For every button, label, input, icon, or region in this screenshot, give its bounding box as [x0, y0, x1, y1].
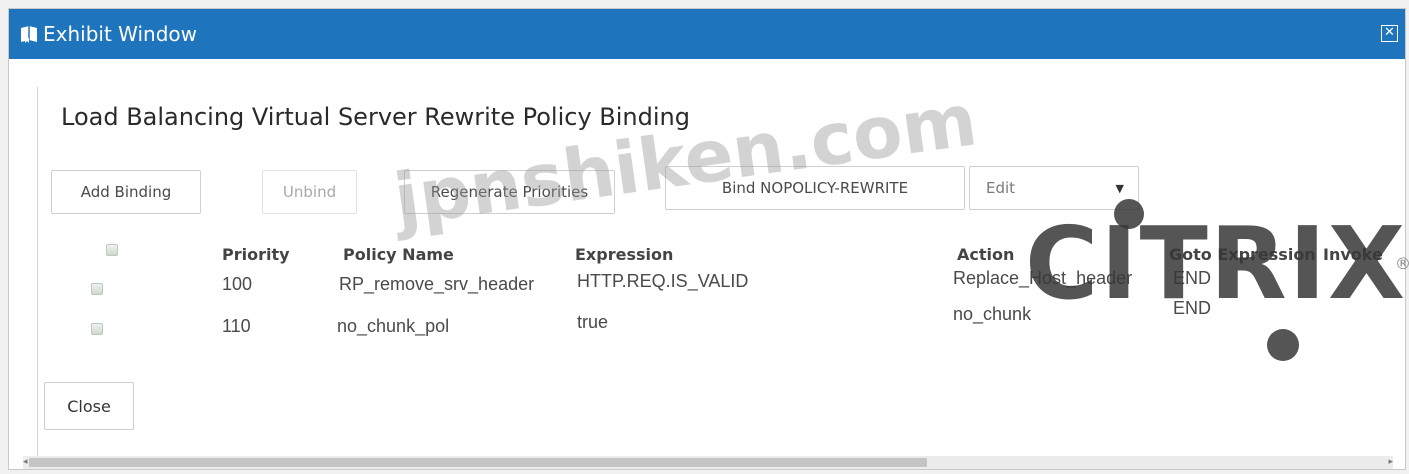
row-2-policy-name: no_chunk_pol	[337, 316, 450, 336]
row-1-checkbox[interactable]	[91, 283, 103, 295]
bind-nopolicy-rewrite-button[interactable]: Bind NOPOLICY-REWRITE	[665, 166, 965, 210]
citrix-logo-dot-upper	[1114, 199, 1144, 229]
chevron-down-icon: ▼	[1115, 181, 1124, 195]
column-header-priority[interactable]: Priority	[222, 245, 290, 264]
citrix-logo: CITRIX	[1025, 205, 1408, 322]
close-button[interactable]: Close	[44, 382, 134, 430]
column-header-policy-name[interactable]: Policy Name	[343, 245, 454, 264]
row-2-expression: true	[577, 312, 609, 332]
window-title: Exhibit Window	[43, 22, 198, 46]
horizontal-scrollbar[interactable]: ◂ ▸	[23, 456, 1393, 469]
row-1-action: Replace_Host_header	[953, 268, 1133, 288]
select-all-checkbox[interactable]	[106, 244, 118, 256]
row-2-checkbox[interactable]	[91, 323, 103, 335]
scrollbar-thumb[interactable]	[29, 458, 927, 467]
regenerate-priorities-button[interactable]: Regenerate Priorities	[404, 170, 615, 214]
column-header-action[interactable]: Action	[957, 245, 1014, 264]
row-2-goto: END	[1173, 298, 1212, 318]
row-1-priority: 100	[222, 274, 253, 294]
row-1-policy-name: RP_remove_srv_header	[339, 274, 535, 294]
unbind-button[interactable]: Unbind	[262, 170, 357, 214]
exhibit-window: Exhibit Window ✕ Load Balancing Virtual …	[8, 8, 1409, 470]
row-1-expression: HTTP.REQ.IS_VALID	[577, 271, 749, 291]
edit-select-label: Edit	[986, 179, 1016, 197]
row-1-goto: END	[1173, 268, 1212, 288]
row-2-priority: 110	[222, 316, 251, 336]
column-header-goto-expression[interactable]: Goto Expression	[1169, 245, 1316, 264]
content-left-border	[37, 87, 38, 459]
dialog-heading: Load Balancing Virtual Server Rewrite Po…	[61, 103, 690, 131]
column-header-expression[interactable]: Expression	[575, 245, 673, 264]
edit-select[interactable]: Edit ▼	[969, 166, 1139, 210]
exhibit-book-icon	[21, 26, 37, 43]
add-binding-button[interactable]: Add Binding	[51, 170, 201, 214]
window-close-icon[interactable]: ✕	[1381, 25, 1398, 42]
row-2-action: no_chunk	[953, 304, 1032, 324]
window-titlebar: Exhibit Window ✕	[9, 9, 1405, 59]
registered-mark: ®	[1395, 254, 1409, 273]
scroll-right-icon[interactable]: ▸	[1388, 456, 1393, 469]
scroll-left-icon[interactable]: ◂	[23, 456, 28, 469]
column-header-invoke[interactable]: Invoke	[1323, 245, 1383, 264]
citrix-logo-dot-lower	[1267, 329, 1299, 361]
